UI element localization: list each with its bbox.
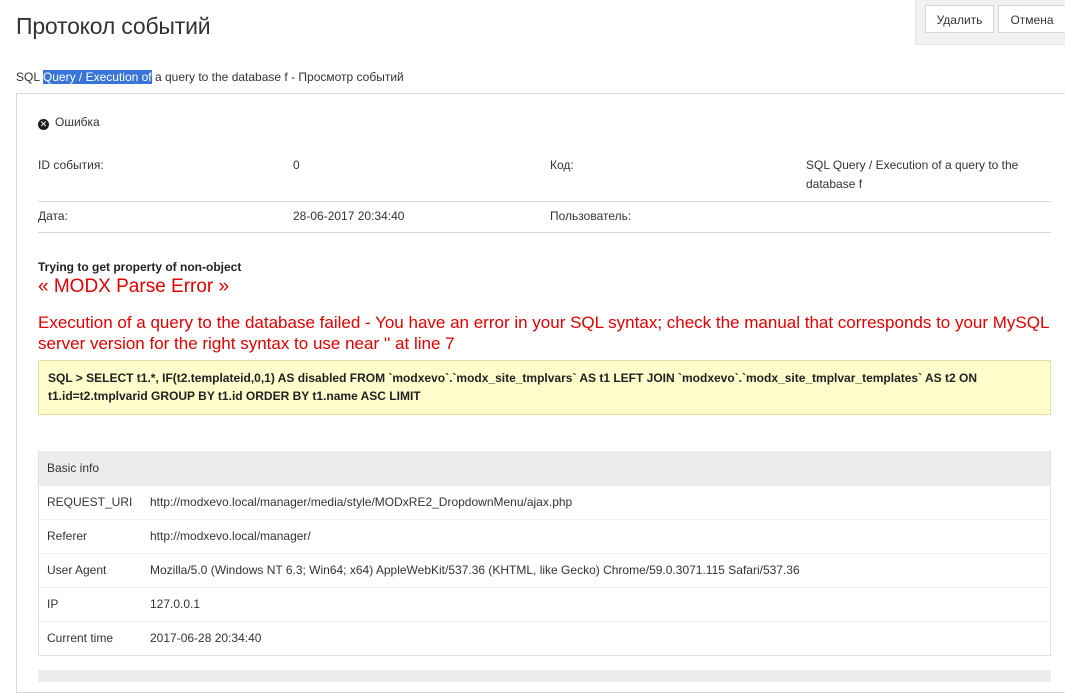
cancel-button[interactable]: Отмена [998,5,1065,33]
breadcrumb-selected-text: Query / Execution of [42,70,152,84]
row-key: Current time [47,631,114,645]
warning-text: Trying to get property of non-object [38,260,242,274]
date-value: 28-06-2017 20:34:40 [293,209,405,223]
next-table-header [38,670,1051,682]
status-label: Ошибка [55,115,100,129]
table-row: IP 127.0.0.1 [39,587,1050,621]
code-label: Код: [550,158,574,172]
table-row: REQUEST_URI http://modxevo.local/manager… [39,485,1050,519]
delete-button[interactable]: Удалить [925,5,994,33]
row-value: 127.0.0.1 [150,597,201,611]
event-status: ✕ Ошибка [38,115,100,130]
basic-info-heading: Basic info [39,451,1050,485]
id-value: 0 [293,158,300,172]
action-bar: Удалить Отмена [915,0,1065,45]
table-row: Referer http://modxevo.local/manager/ [39,519,1050,553]
error-message: Execution of a query to the database fai… [38,313,1049,353]
date-label: Дата: [38,209,68,223]
user-label: Пользователь: [550,209,632,223]
row-value: http://modxevo.local/manager/media/style… [150,495,573,509]
event-panel: ✕ Ошибка ID события: 0 Код: SQL Query / E… [16,93,1065,693]
row-value: http://modxevo.local/manager/ [150,529,311,543]
event-info-row-id: ID события: 0 Код: SQL Query / Execution… [38,156,1051,202]
event-info-row-date: Дата: 28-06-2017 20:34:40 Пользователь: [38,207,1051,233]
row-key: Referer [47,529,88,543]
parse-error-title: « MODX Parse Error » [38,276,230,297]
code-value: SQL Query / Execution of a query to the … [806,158,1019,191]
basic-info-table: Basic info REQUEST_URI http://modxevo.lo… [38,451,1051,656]
table-row: User Agent Mozilla/5.0 (Windows NT 6.3; … [39,553,1050,587]
sql-query-box: SQL > SELECT t1.*, IF(t2.templateid,0,1)… [38,360,1051,415]
table-row: Current time 2017-06-28 20:34:40 [39,621,1050,655]
row-value: Mozilla/5.0 (Windows NT 6.3; Win64; x64)… [150,563,800,577]
row-key: User Agent [47,563,107,577]
row-key: IP [47,597,59,611]
breadcrumb: SQL Query / Execution of a query to the … [16,70,404,84]
error-circle-icon: ✕ [38,119,49,130]
row-key: REQUEST_URI [47,495,133,509]
row-value: 2017-06-28 20:34:40 [150,631,262,645]
breadcrumb-suffix: a query to the database f - Просмотр соб… [151,70,404,84]
id-label: ID события: [38,158,104,172]
page-title: Протокол событий [16,13,211,39]
breadcrumb-prefix: SQL [16,70,43,84]
